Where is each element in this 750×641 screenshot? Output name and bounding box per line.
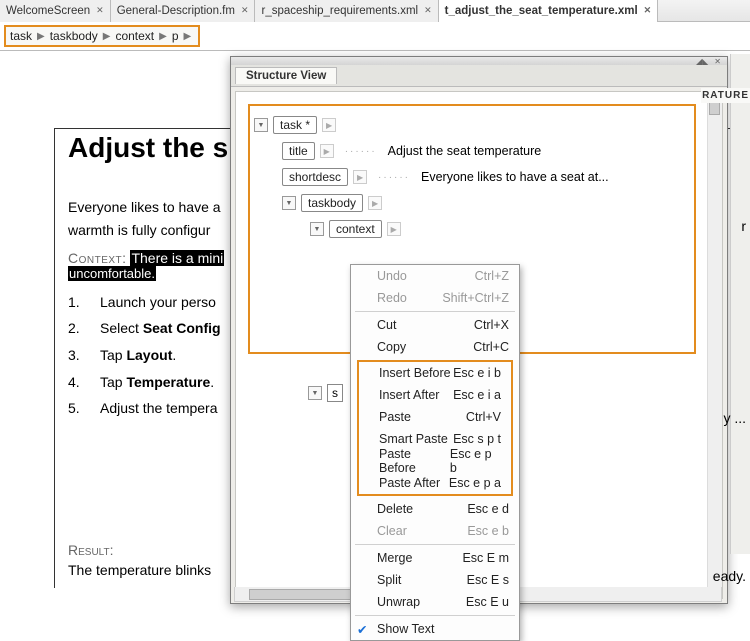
menu-separator [355, 615, 515, 616]
right-gutter [730, 54, 750, 554]
panel-chrome: ◢◣ ✕ [231, 57, 727, 65]
element-box[interactable]: taskbody [301, 194, 363, 212]
chevron-right-icon: ▶ [37, 31, 45, 42]
chevron-right-icon[interactable]: ▶ [322, 118, 336, 132]
close-icon[interactable]: ✕ [644, 5, 652, 16]
chevron-right-icon[interactable]: ▶ [353, 170, 367, 184]
tree-node-shortdesc[interactable]: shortdesc ▶ ······ Everyone likes to hav… [282, 164, 688, 190]
tab-label: t_adjust_the_seat_temperature.xml [445, 5, 638, 17]
menu-item-redo: RedoShift+Ctrl+Z [351, 287, 519, 309]
collapse-icon[interactable]: ▼ [308, 386, 322, 400]
chevron-right-icon[interactable]: ▶ [387, 222, 401, 236]
menu-group-highlighted: Insert BeforeEsc e i b Insert AfterEsc e… [351, 360, 519, 496]
chevron-right-icon: ▶ [103, 31, 111, 42]
panel-tabrow: Structure View [231, 65, 727, 87]
menu-item-paste[interactable]: PasteCtrl+V [359, 406, 511, 428]
tab-label: WelcomeScreen [6, 5, 90, 17]
chevron-right-icon: ▶ [184, 31, 192, 42]
truncated-heading: RATURE [701, 88, 750, 103]
menu-item-cut[interactable]: CutCtrl+X [351, 314, 519, 336]
element-text: Adjust the seat temperature [388, 144, 542, 158]
step-text: Tap Layout. [100, 342, 176, 369]
breadcrumb-item[interactable]: taskbody [50, 29, 98, 43]
menu-item-paste-after[interactable]: Paste AfterEsc e p a [359, 472, 511, 494]
breadcrumb[interactable]: task ▶ taskbody ▶ context ▶ p ▶ [4, 25, 200, 47]
breadcrumb-item[interactable]: p [172, 29, 179, 43]
close-icon[interactable]: ✕ [241, 5, 249, 16]
document-tabbar: WelcomeScreen ✕ General-Description.fm ✕ r… [0, 0, 750, 22]
selected-text[interactable]: uncomfortable. [68, 266, 156, 281]
truncated-text: eady. [713, 568, 746, 584]
truncated-text: r [741, 218, 746, 234]
step-number: 4. [68, 369, 82, 396]
tree-node-s[interactable]: ▼ s [308, 380, 343, 406]
breadcrumb-row: task ▶ taskbody ▶ context ▶ p ▶ [0, 22, 750, 51]
element-box[interactable]: title [282, 142, 315, 160]
menu-item-clear: ClearEsc e b [351, 520, 519, 542]
tree-node-task[interactable]: ▼ task * ▶ [254, 112, 688, 138]
selected-text[interactable]: There is a mini [130, 250, 224, 266]
step-number: 5. [68, 395, 82, 422]
tab-adjust-seat-temperature[interactable]: t_adjust_the_seat_temperature.xml ✕ [439, 0, 659, 22]
step-number: 3. [68, 342, 82, 369]
element-box[interactable]: s [327, 384, 343, 402]
ellipsis-icon: ······ [339, 146, 383, 157]
context-menu[interactable]: UndoCtrl+Z RedoShift+Ctrl+Z CutCtrl+X Co… [350, 264, 520, 641]
tab-label: General-Description.fm [117, 5, 235, 17]
menu-separator [355, 311, 515, 312]
menu-item-insert-after[interactable]: Insert AfterEsc e i a [359, 384, 511, 406]
truncated-text: y ... [723, 410, 746, 426]
tree-node-title[interactable]: title ▶ ······ Adjust the seat temperatu… [282, 138, 688, 164]
tree-node-context[interactable]: ▼ context ▶ [310, 216, 688, 242]
tab-label: r_spaceship_requirements.xml [261, 5, 418, 17]
breadcrumb-item[interactable]: context [115, 29, 154, 43]
close-icon[interactable]: ✕ [96, 5, 104, 16]
ellipsis-icon: ······ [372, 172, 416, 183]
close-icon[interactable]: ✕ [714, 57, 721, 66]
check-icon: ✔ [357, 622, 367, 637]
tab-spaceship-requirements[interactable]: r_spaceship_requirements.xml ✕ [255, 0, 438, 22]
context-label: Context: [68, 250, 127, 266]
step-number: 1. [68, 289, 82, 316]
chevron-right-icon: ▶ [159, 31, 167, 42]
close-icon[interactable]: ✕ [424, 5, 432, 16]
element-box[interactable]: shortdesc [282, 168, 348, 186]
chevron-right-icon[interactable]: ▶ [368, 196, 382, 210]
menu-item-paste-before[interactable]: Paste BeforeEsc e p b [359, 450, 511, 472]
step-number: 2. [68, 315, 82, 342]
breadcrumb-item[interactable]: task [10, 29, 32, 43]
menu-item-delete[interactable]: DeleteEsc e d [351, 498, 519, 520]
tab-welcome[interactable]: WelcomeScreen ✕ [0, 0, 111, 22]
collapse-icon[interactable]: ▼ [282, 196, 296, 210]
step-text: Launch your perso [100, 289, 216, 316]
step-text: Select Seat Config [100, 315, 221, 342]
menu-item-unwrap[interactable]: UnwrapEsc E u [351, 591, 519, 613]
panel-tab-structure-view[interactable]: Structure View [235, 67, 337, 84]
tree-node-taskbody[interactable]: ▼ taskbody ▶ [282, 190, 688, 216]
chevron-right-icon[interactable]: ▶ [320, 144, 334, 158]
menu-item-undo: UndoCtrl+Z [351, 265, 519, 287]
menu-item-merge[interactable]: MergeEsc E m [351, 547, 519, 569]
element-text: Everyone likes to have a seat at... [421, 170, 609, 184]
collapse-icon[interactable]: ▼ [254, 118, 268, 132]
menu-item-copy[interactable]: CopyCtrl+C [351, 336, 519, 358]
collapse-icon[interactable]: ▼ [310, 222, 324, 236]
element-box[interactable]: task * [273, 116, 317, 134]
step-text: Tap Temperature. [100, 369, 214, 396]
tab-general-description[interactable]: General-Description.fm ✕ [111, 0, 256, 22]
step-text: Adjust the tempera [100, 395, 218, 422]
vertical-scrollbar[interactable] [707, 92, 722, 598]
menu-separator [355, 544, 515, 545]
menu-item-insert-before[interactable]: Insert BeforeEsc e i b [359, 362, 511, 384]
element-box[interactable]: context [329, 220, 382, 238]
menu-item-show-text[interactable]: ✔Show Text [351, 618, 519, 640]
menu-item-split[interactable]: SplitEsc E s [351, 569, 519, 591]
minimize-icon[interactable]: ◢◣ [696, 57, 708, 66]
